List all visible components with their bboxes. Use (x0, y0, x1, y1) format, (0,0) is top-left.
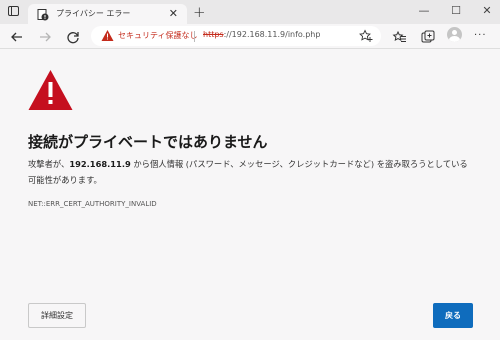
address-bar[interactable]: セキュリティ保護なし https://192.168.11.9/info.php (91, 26, 381, 46)
advanced-button[interactable]: 詳細設定 (28, 303, 86, 328)
add-favorite-icon[interactable] (359, 29, 373, 43)
security-warning-icon[interactable] (101, 29, 114, 42)
description-prefix: 攻撃者が、 (28, 159, 70, 169)
window-close-button[interactable]: ✕ (476, 3, 498, 19)
security-status-label[interactable]: セキュリティ保護なし (118, 30, 198, 41)
minimize-button[interactable]: — (413, 3, 435, 19)
warning-triangle-icon (28, 70, 73, 110)
new-tab-button[interactable]: + (193, 2, 206, 22)
address-separator (194, 31, 195, 42)
collections-icon[interactable] (418, 27, 438, 47)
error-code[interactable]: NET::ERR_CERT_AUTHORITY_INVALID (28, 200, 157, 208)
go-back-button[interactable]: 戻る (433, 303, 473, 328)
tab-strip: プライバシー エラー ✕ + — ☐ ✕ (0, 0, 500, 25)
forward-arrow-icon[interactable] (35, 27, 55, 47)
page-warning-icon (37, 9, 49, 21)
error-description: 攻撃者が、192.168.11.9 から個人情報 (パスワード、メッセージ、クレ… (28, 156, 474, 188)
tab-title: プライバシー エラー (56, 9, 131, 18)
url-host-path: ://192.168.11.9/info.php (223, 30, 321, 39)
toolbar: セキュリティ保護なし https://192.168.11.9/info.php (0, 24, 500, 49)
more-menu-icon[interactable]: ··· (474, 30, 487, 41)
url-text[interactable]: https://192.168.11.9/info.php (203, 30, 320, 39)
tab-privacy-error[interactable]: プライバシー エラー ✕ (28, 4, 187, 25)
description-host: 192.168.11.9 (69, 159, 131, 169)
page-title: 接続がプライベートではありません (28, 133, 268, 151)
tab-close-icon[interactable]: ✕ (169, 6, 178, 22)
url-scheme: https (203, 30, 224, 39)
tab-actions-icon[interactable] (8, 6, 19, 16)
favorites-icon[interactable] (389, 27, 409, 47)
maximize-button[interactable]: ☐ (445, 3, 467, 19)
profile-icon[interactable] (447, 27, 462, 42)
refresh-icon[interactable] (63, 27, 83, 47)
back-arrow-icon[interactable] (7, 27, 27, 47)
